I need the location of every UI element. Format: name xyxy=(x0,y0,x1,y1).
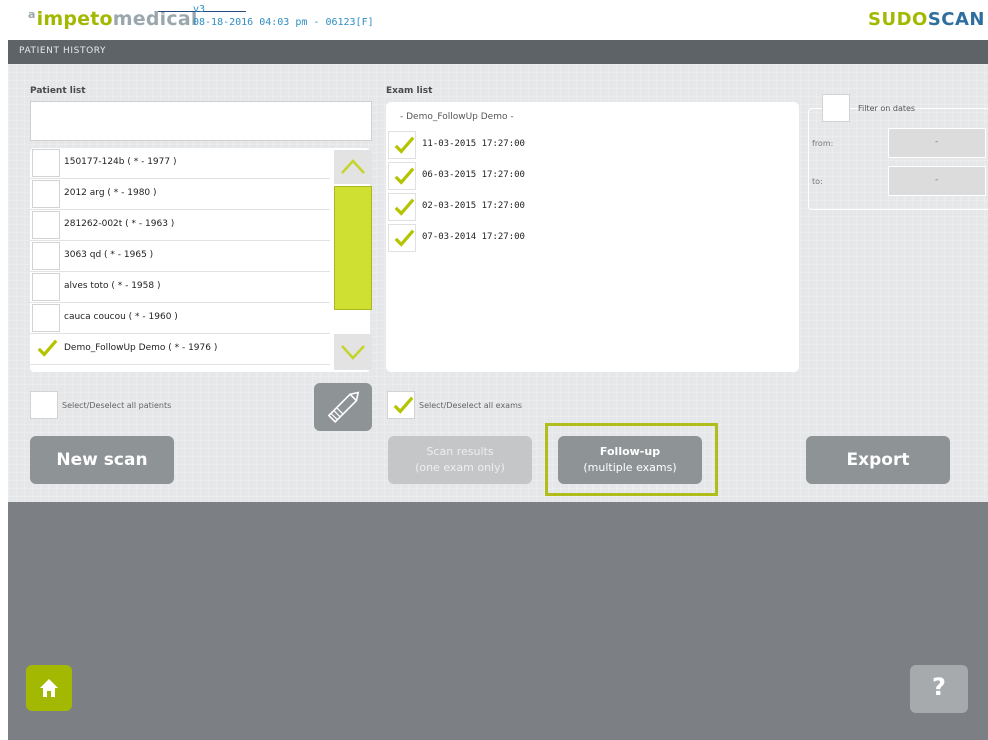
exam-row[interactable]: 11-03-2015 17:27:00 xyxy=(386,130,586,160)
exam-checkbox-checked[interactable] xyxy=(388,162,416,190)
scroll-down-button[interactable] xyxy=(334,334,372,370)
scan-results-label-line2: (one exam only) xyxy=(415,461,505,474)
exam-checkbox-checked[interactable] xyxy=(388,193,416,221)
patient-name: Demo_FollowUp Demo ( * - 1976 ) xyxy=(64,343,218,353)
pencil-icon xyxy=(327,391,360,423)
checkmark-icon xyxy=(393,396,414,414)
select-all-patients-label: Select/Deselect all patients xyxy=(62,401,172,410)
checkmark-icon xyxy=(394,167,415,185)
patient-row-selected[interactable]: Demo_FollowUp Demo ( * - 1976 ) xyxy=(30,334,330,365)
patient-row[interactable]: 2012 arg ( * - 1980 ) xyxy=(30,179,330,210)
followup-label-line1: Follow-up xyxy=(599,445,661,458)
logo-mark: a xyxy=(28,8,36,21)
patient-row[interactable]: alves toto ( * - 1958 ) xyxy=(30,272,330,303)
exam-row[interactable]: 06-03-2015 17:27:00 xyxy=(386,161,586,191)
patient-name: 3063 qd ( * - 1965 ) xyxy=(64,250,154,260)
patient-checkbox-checked[interactable] xyxy=(32,335,60,363)
patient-row[interactable]: 150177-124b ( * - 1977 ) xyxy=(30,148,330,179)
patient-checkbox[interactable] xyxy=(32,149,60,177)
exam-row[interactable]: 07-03-2014 17:27:00 xyxy=(386,223,586,253)
new-scan-button[interactable]: New scan xyxy=(30,436,174,484)
exam-date: 06-03-2015 17:27:00 xyxy=(422,170,525,180)
exam-list: - Demo_FollowUp Demo - 11-03-2015 17:27:… xyxy=(386,102,799,372)
scan-results-button[interactable]: Scan results (one exam only) xyxy=(388,436,532,484)
product-part2: SCAN xyxy=(927,9,985,30)
exam-checkbox-checked[interactable] xyxy=(388,131,416,159)
page-title-bar: PATIENT HISTORY xyxy=(8,40,988,64)
scan-results-label-line1: Scan results xyxy=(426,445,494,458)
scroll-up-button[interactable] xyxy=(334,150,372,184)
patient-search-input[interactable] xyxy=(30,101,372,141)
scrollbar-thumb[interactable] xyxy=(334,186,372,310)
select-all-exams-checkbox[interactable] xyxy=(387,391,415,419)
exam-row[interactable]: 02-03-2015 17:27:00 xyxy=(386,192,586,222)
to-date-value: - xyxy=(935,175,939,185)
patient-name: 281262-002t ( * - 1963 ) xyxy=(64,219,175,229)
exam-date: 07-03-2014 17:27:00 xyxy=(422,232,525,242)
exam-date: 11-03-2015 17:27:00 xyxy=(422,139,525,149)
sudoscan-logo: SUDOSCAN xyxy=(868,9,985,30)
patient-row[interactable]: cauca coucou ( * - 1960 ) xyxy=(30,303,330,334)
checkmark-icon xyxy=(394,229,415,247)
select-all-exams-label: Select/Deselect all exams xyxy=(419,401,523,410)
edit-patient-button[interactable] xyxy=(314,383,372,431)
page-title: PATIENT HISTORY xyxy=(19,46,107,56)
chevron-down-icon xyxy=(341,345,365,360)
followup-button[interactable]: Follow-up (multiple exams) xyxy=(558,436,702,484)
patient-row[interactable]: 3063 qd ( * - 1965 ) xyxy=(30,241,330,272)
filter-on-dates-checkbox[interactable] xyxy=(822,94,850,122)
version-label: v3 xyxy=(193,4,206,15)
status-line: 08-18-2016 04:03 pm - 06123[F] xyxy=(193,17,374,28)
checkmark-icon xyxy=(394,136,415,154)
help-label: ? xyxy=(932,673,946,701)
export-button[interactable]: Export xyxy=(806,436,950,484)
patient-name: cauca coucou ( * - 1960 ) xyxy=(64,312,178,322)
patient-list-label: Patient list xyxy=(30,86,86,96)
chevron-up-icon xyxy=(341,159,365,174)
home-icon xyxy=(40,679,58,697)
from-label: from: xyxy=(812,139,834,148)
exam-group-header: - Demo_FollowUp Demo - xyxy=(400,112,514,122)
patient-name: alves toto ( * - 1958 ) xyxy=(64,281,161,291)
patient-name: 150177-124b ( * - 1977 ) xyxy=(64,157,177,167)
export-label: Export xyxy=(846,450,910,470)
select-all-patients-checkbox[interactable] xyxy=(30,391,58,419)
patient-checkbox[interactable] xyxy=(32,273,60,301)
bottom-panel xyxy=(8,502,988,740)
checkmark-icon xyxy=(394,198,415,216)
patient-checkbox[interactable] xyxy=(32,180,60,208)
exam-date: 02-03-2015 17:27:00 xyxy=(422,201,525,211)
patient-name: 2012 arg ( * - 1980 ) xyxy=(64,188,157,198)
patient-row[interactable]: 281262-002t ( * - 1963 ) xyxy=(30,210,330,241)
from-date-value: - xyxy=(935,137,939,147)
exam-checkbox-checked[interactable] xyxy=(388,224,416,252)
followup-label-line2: (multiple exams) xyxy=(583,461,677,474)
to-date-field[interactable]: - xyxy=(888,166,986,196)
exam-list-label: Exam list xyxy=(386,86,433,96)
patient-checkbox[interactable] xyxy=(32,211,60,239)
help-button[interactable]: ? xyxy=(910,665,968,713)
patient-list: 150177-124b ( * - 1977 ) 2012 arg ( * - … xyxy=(30,148,370,372)
home-button[interactable] xyxy=(26,665,72,711)
from-date-field[interactable]: - xyxy=(888,128,986,158)
patient-checkbox[interactable] xyxy=(32,242,60,270)
brand-prefix: impeto xyxy=(36,8,113,30)
product-part1: SUDO xyxy=(868,9,928,30)
checkmark-icon xyxy=(37,339,58,357)
new-scan-label: New scan xyxy=(56,450,148,470)
filter-on-dates-label: Filter on dates xyxy=(858,104,916,113)
to-label: to: xyxy=(812,177,823,186)
patient-checkbox[interactable] xyxy=(32,304,60,332)
